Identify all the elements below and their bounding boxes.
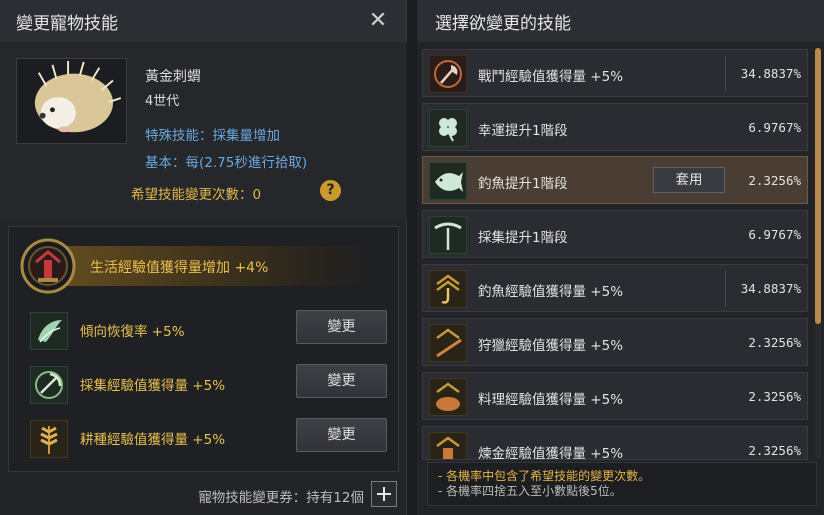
note-line: - 各機率中包含了希望技能的變更次數。	[438, 469, 651, 483]
panel-title: 變更寵物技能	[0, 0, 406, 42]
rifle-icon	[429, 324, 467, 362]
hedgehog-icon	[34, 60, 122, 133]
option-label: 採集提升1階段	[478, 230, 568, 246]
wing-icon	[30, 312, 68, 350]
option-label: 狩獵經驗值獲得量 +5%	[478, 338, 624, 354]
change-pet-skill-panel: 變更寵物技能 ✕ 黃金刺蝟 4世代 特殊技能：採集量增加 基本：每(2.75秒進…	[0, 0, 407, 515]
skill-row: 傾向恢復率 +5% 變更	[30, 310, 390, 350]
option-probability: 34.8837%	[740, 281, 801, 296]
pet-portrait	[16, 58, 127, 144]
probability-note: - 各機率中包含了希望技能的變更次數。 - 各機率四捨五入至小數點後5位。	[427, 462, 817, 506]
skill-option[interactable]: 煉金經驗值獲得量 +5% 2.3256%	[422, 426, 808, 460]
skill-label: 傾向恢復率 +5%	[80, 324, 185, 340]
skill-option[interactable]: 料理經驗值獲得量 +5% 2.3256%	[422, 372, 808, 420]
life-exp-icon	[18, 236, 78, 296]
fish-icon	[429, 162, 467, 200]
skill-option[interactable]: 幸運提升1階段 6.9767%	[422, 103, 808, 151]
option-probability: 2.3256%	[748, 173, 801, 188]
main-skill-label: 生活經驗值獲得量增加 +4%	[90, 260, 269, 276]
change-button[interactable]: 變更	[296, 418, 387, 452]
option-probability: 2.3256%	[748, 443, 801, 458]
skill-row: 耕種經驗值獲得量 +5% 變更	[30, 418, 390, 458]
add-ticket-button[interactable]	[371, 481, 397, 507]
option-probability: 2.3256%	[748, 389, 801, 404]
option-probability: 6.9767%	[748, 227, 801, 242]
skill-label: 耕種經驗值獲得量 +5%	[80, 432, 226, 448]
apply-button[interactable]: 套用	[653, 167, 725, 193]
pet-basic-skill: 基本：每(2.75秒進行拾取)	[145, 155, 308, 171]
divider	[725, 56, 726, 92]
hook-icon	[429, 270, 467, 308]
option-label: 煉金經驗值獲得量 +5%	[478, 446, 624, 460]
axe-icon	[429, 55, 467, 93]
divider	[725, 271, 726, 307]
select-skill-panel: 選擇欲變更的技能 戰鬥經驗值獲得量 +5% 34.8837% 幸運提升1階段 6…	[417, 0, 824, 515]
cooking-icon	[429, 378, 467, 416]
skill-label: 採集經驗值獲得量 +5%	[80, 378, 226, 394]
pet-name: 黃金刺蝟	[145, 69, 201, 85]
option-label: 釣魚提升1階段	[478, 176, 568, 192]
option-label: 戰鬥經驗值獲得量 +5%	[478, 69, 624, 85]
alchemy-icon	[429, 432, 467, 459]
scrollbar-thumb[interactable]	[815, 48, 821, 324]
skill-option[interactable]: 狩獵經驗值獲得量 +5% 2.3256%	[422, 318, 808, 366]
change-ticket-count: 寵物技能變更券：持有12個	[198, 490, 364, 506]
pet-special-skill: 特殊技能：採集量增加	[145, 128, 280, 144]
pet-generation: 4世代	[145, 94, 180, 109]
skill-option[interactable]: 採集提升1階段 6.9767%	[422, 210, 808, 258]
skill-option[interactable]: 釣魚經驗值獲得量 +5% 34.8837%	[422, 264, 808, 312]
option-label: 幸運提升1階段	[478, 123, 568, 139]
option-probability: 6.9767%	[748, 120, 801, 135]
skill-option[interactable]: 戰鬥經驗值獲得量 +5% 34.8837%	[422, 49, 808, 97]
note-line: - 各機率四捨五入至小數點後5位。	[438, 484, 622, 498]
option-probability: 2.3256%	[748, 335, 801, 350]
option-label: 料理經驗值獲得量 +5%	[478, 392, 624, 408]
panel-title: 選擇欲變更的技能	[417, 0, 824, 42]
skill-row: 採集經驗值獲得量 +5% 變更	[30, 364, 390, 404]
option-label: 釣魚經驗值獲得量 +5%	[478, 284, 624, 300]
wish-change-count: 希望技能變更次數：0	[131, 187, 262, 203]
scrollbar[interactable]	[815, 48, 821, 458]
wheat-icon	[30, 420, 68, 458]
pickaxe-icon	[429, 216, 467, 254]
change-button[interactable]: 變更	[296, 310, 387, 344]
pickaxe-icon	[30, 366, 68, 404]
clover-icon	[429, 109, 467, 147]
help-icon[interactable]: ?	[320, 180, 341, 201]
skill-option-selected[interactable]: 釣魚提升1階段 套用 2.3256%	[422, 156, 808, 204]
change-button[interactable]: 變更	[296, 364, 387, 398]
close-icon[interactable]: ✕	[366, 9, 390, 33]
option-probability: 34.8837%	[740, 66, 801, 81]
